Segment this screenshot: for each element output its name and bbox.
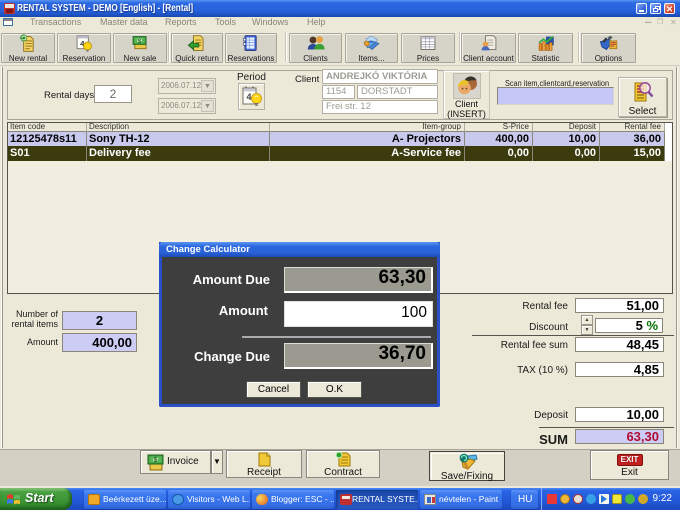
svg-text:$: $: [154, 457, 158, 464]
svg-text:4: 4: [246, 92, 251, 102]
